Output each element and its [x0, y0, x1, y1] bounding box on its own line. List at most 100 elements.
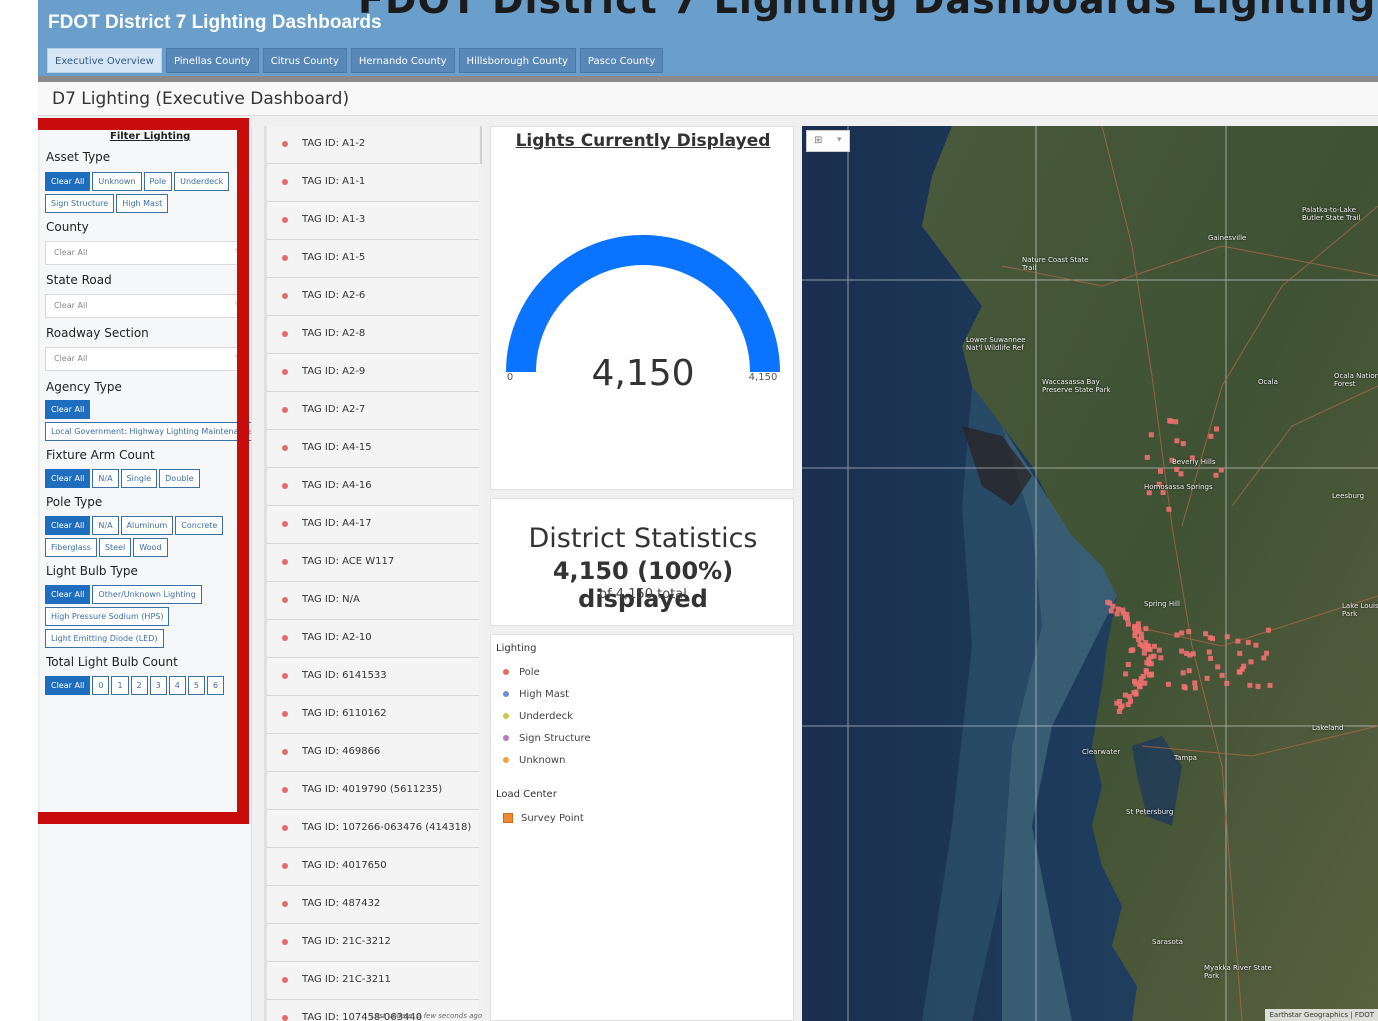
map-marker[interactable]	[1192, 685, 1198, 691]
map-marker[interactable]	[1173, 419, 1179, 425]
map-marker[interactable]	[1166, 506, 1172, 512]
map-marker[interactable]	[1148, 432, 1154, 438]
map-marker[interactable]	[1219, 672, 1225, 678]
map-view[interactable]: Palatka-to-Lake Butler State Trail Gaines…	[802, 126, 1378, 1021]
map-marker[interactable]	[1115, 606, 1121, 612]
list-item[interactable]: TAG ID: A1-3	[267, 202, 479, 240]
tab-citrus-county[interactable]: Citrus County	[262, 48, 347, 73]
map-marker[interactable]	[1174, 467, 1180, 472]
map-marker[interactable]	[1182, 685, 1188, 691]
map-marker[interactable]	[1179, 648, 1185, 654]
map-marker[interactable]	[1143, 626, 1149, 632]
map-marker[interactable]	[1186, 668, 1192, 674]
map-marker[interactable]	[1158, 655, 1164, 661]
map-marker[interactable]	[1253, 642, 1259, 648]
list-item[interactable]: TAG ID: N/A	[267, 582, 479, 620]
map-marker[interactable]	[1132, 678, 1137, 684]
map-marker[interactable]	[1247, 682, 1253, 688]
list-item[interactable]: TAG ID: A1-1	[267, 164, 479, 202]
map-marker[interactable]	[1137, 679, 1143, 685]
map-marker[interactable]	[1261, 655, 1267, 661]
map-marker[interactable]	[1127, 694, 1133, 699]
map-marker[interactable]	[1180, 441, 1186, 447]
map-marker[interactable]	[1105, 599, 1111, 605]
list-item[interactable]: TAG ID: 487432	[267, 886, 479, 924]
map-marker[interactable]	[1224, 680, 1230, 686]
map-marker[interactable]	[1255, 683, 1261, 689]
map-marker[interactable]	[1144, 660, 1150, 666]
map-marker[interactable]	[1114, 611, 1120, 617]
list-item[interactable]: TAG ID: A1-2	[267, 126, 479, 164]
map-marker[interactable]	[1174, 438, 1180, 444]
map-marker[interactable]	[1122, 692, 1128, 698]
map-marker[interactable]	[1206, 649, 1212, 655]
map-marker[interactable]	[1204, 675, 1210, 681]
map-marker[interactable]	[1156, 647, 1162, 653]
map-marker[interactable]	[1208, 433, 1214, 439]
map-marker[interactable]	[1168, 418, 1174, 424]
list-item[interactable]: TAG ID: 107266-063476 (414318)	[267, 810, 479, 848]
list-item[interactable]: TAG ID: 4017650	[267, 848, 479, 886]
map-marker[interactable]	[1110, 603, 1116, 609]
map-marker[interactable]	[1151, 653, 1157, 659]
map-marker[interactable]	[1125, 662, 1131, 667]
map-marker[interactable]	[1142, 680, 1148, 686]
map-marker[interactable]	[1203, 631, 1209, 637]
map-marker[interactable]	[1135, 621, 1141, 627]
map-marker[interactable]	[1267, 682, 1273, 688]
map-marker[interactable]	[1179, 630, 1185, 636]
map-marker[interactable]	[1241, 663, 1247, 669]
list-item[interactable]: TAG ID: 6141533	[267, 658, 479, 696]
list-item[interactable]: TAG ID: A2-10	[267, 620, 479, 658]
list-item[interactable]: TAG ID: A1-5	[267, 240, 479, 278]
list-item[interactable]: TAG ID: 6110162	[267, 696, 479, 734]
list-item[interactable]: TAG ID: 469866	[267, 734, 479, 772]
map-marker[interactable]	[1148, 661, 1154, 667]
list-scrollbar[interactable]	[480, 126, 482, 164]
list-item[interactable]: TAG ID: A2-8	[267, 316, 479, 354]
map-marker[interactable]	[1158, 468, 1163, 474]
list-item[interactable]: TAG ID: 4019790 (5611235)	[267, 772, 479, 810]
map-marker[interactable]	[1237, 650, 1243, 656]
list-item[interactable]: TAG ID: A2-6	[267, 278, 479, 316]
map-marker[interactable]	[1141, 650, 1147, 656]
map-marker[interactable]	[1237, 669, 1243, 675]
map-layer-control[interactable]: ⊞ ▾	[806, 130, 850, 152]
map-marker[interactable]	[1214, 426, 1219, 432]
map-marker[interactable]	[1215, 664, 1221, 670]
map-marker[interactable]	[1128, 648, 1134, 654]
map-marker[interactable]	[1132, 630, 1138, 636]
map-marker[interactable]	[1143, 669, 1149, 675]
map-marker[interactable]	[1210, 636, 1215, 642]
list-item[interactable]: TAG ID: A4-15	[267, 430, 479, 468]
map-marker[interactable]	[1266, 627, 1271, 633]
tab-hernando-county[interactable]: Hernando County	[350, 48, 455, 73]
map-marker[interactable]	[1125, 621, 1131, 627]
map-marker[interactable]	[1139, 635, 1145, 641]
map-marker[interactable]	[1174, 632, 1180, 638]
tab-executive-overview[interactable]: Executive Overview	[47, 48, 162, 73]
map-marker[interactable]	[1165, 681, 1171, 687]
map-marker[interactable]	[1186, 629, 1192, 635]
list-item[interactable]: TAG ID: A2-7	[267, 392, 479, 430]
map-marker[interactable]	[1213, 472, 1219, 478]
map-marker[interactable]	[1123, 671, 1129, 677]
list-item[interactable]: TAG ID: A4-17	[267, 506, 479, 544]
tab-hillsborough-county[interactable]: Hillsborough County	[458, 48, 576, 73]
list-item[interactable]: TAG ID: A2-9	[267, 354, 479, 392]
map-marker[interactable]	[1264, 650, 1270, 656]
map-marker[interactable]	[1235, 638, 1241, 644]
map-marker[interactable]	[1144, 454, 1150, 460]
map-marker[interactable]	[1146, 644, 1152, 650]
map-marker[interactable]	[1218, 467, 1224, 473]
tab-pasco-county[interactable]: Pasco County	[579, 48, 664, 73]
map-marker[interactable]	[1114, 700, 1120, 706]
map-marker[interactable]	[1192, 680, 1198, 686]
map-marker[interactable]	[1178, 471, 1184, 477]
list-item[interactable]: TAG ID: A4-16	[267, 468, 479, 506]
list-item[interactable]: TAG ID: 21C-3211	[267, 962, 479, 1000]
map-marker[interactable]	[1118, 705, 1123, 711]
tab-pinellas-county[interactable]: Pinellas County	[165, 48, 259, 73]
map-marker[interactable]	[1133, 691, 1139, 697]
list-item[interactable]: TAG ID: ACE W117	[267, 544, 479, 582]
